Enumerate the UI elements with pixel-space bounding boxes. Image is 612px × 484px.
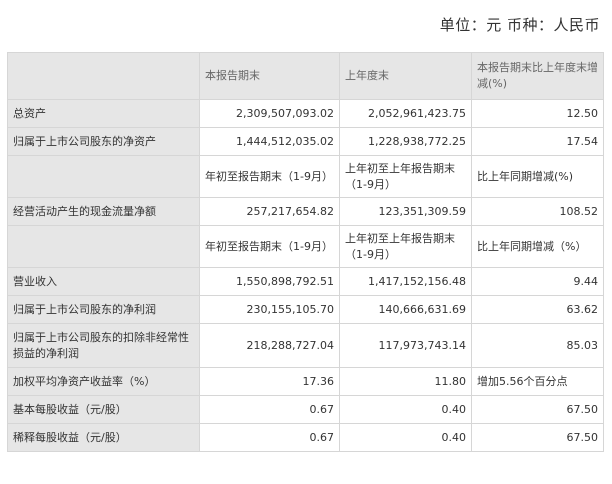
cell-value: 11.80 xyxy=(339,367,472,396)
cell-value: 17.36 xyxy=(199,367,340,396)
cell-value: 9.44 xyxy=(471,267,604,296)
row-label: 加权平均净资产收益率（%） xyxy=(7,367,200,396)
cell-value: 增加5.56个百分点 xyxy=(471,367,604,396)
header-cell-blank xyxy=(7,52,200,100)
financial-data-table: 本报告期末 上年度末 本报告期末比上年度末增减(%) 总资产 2,309,507… xyxy=(7,52,604,452)
cell-value: 1,417,152,156.48 xyxy=(339,267,472,296)
table-row: 总资产 2,309,507,093.02 2,052,961,423.75 12… xyxy=(7,99,604,128)
cell-value: 0.40 xyxy=(339,395,472,424)
unit-caption: 单位：元 币种：人民币 xyxy=(439,16,600,34)
cell-value: 0.67 xyxy=(199,423,340,452)
row-label: 基本每股收益（元/股） xyxy=(7,395,200,424)
cell-value: 257,217,654.82 xyxy=(199,197,340,226)
cell-value: 2,052,961,423.75 xyxy=(339,99,472,128)
row-label xyxy=(7,155,200,198)
table-row: 归属于上市公司股东的扣除非经常性损益的净利润 218,288,727.04 11… xyxy=(7,323,604,368)
table-row: 加权平均净资产收益率（%） 17.36 11.80 增加5.56个百分点 xyxy=(7,367,604,396)
table-row: 稀释每股收益（元/股） 0.67 0.40 67.50 xyxy=(7,423,604,452)
cell-value: 63.62 xyxy=(471,295,604,324)
cell-value: 17.54 xyxy=(471,127,604,156)
subheader-cell: 比上年同期增减(%) xyxy=(471,155,604,198)
subheader-cell: 比上年同期增减（%） xyxy=(471,225,604,268)
cell-value: 0.40 xyxy=(339,423,472,452)
cell-value: 1,228,938,772.25 xyxy=(339,127,472,156)
subheader-cell: 年初至报告期末（1-9月） xyxy=(199,225,340,268)
cell-value: 140,666,631.69 xyxy=(339,295,472,324)
table-header-row: 本报告期末 上年度末 本报告期末比上年度末增减(%) xyxy=(7,52,604,100)
header-cell-change-pct: 本报告期末比上年度末增减(%) xyxy=(471,52,604,100)
cell-value: 67.50 xyxy=(471,423,604,452)
cell-value: 123,351,309.59 xyxy=(339,197,472,226)
subheader-cell: 上年初至上年报告期末（1-9月） xyxy=(339,225,472,268)
cell-value: 108.52 xyxy=(471,197,604,226)
subheader-cell: 年初至报告期末（1-9月） xyxy=(199,155,340,198)
row-label: 归属于上市公司股东的扣除非经常性损益的净利润 xyxy=(7,323,200,368)
row-label: 营业收入 xyxy=(7,267,200,296)
row-label xyxy=(7,225,200,268)
row-label: 总资产 xyxy=(7,99,200,128)
header-cell-current-period-end: 本报告期末 xyxy=(199,52,340,100)
subheader-cell: 上年初至上年报告期末（1-9月） xyxy=(339,155,472,198)
row-label: 归属于上市公司股东的净利润 xyxy=(7,295,200,324)
cell-value: 230,155,105.70 xyxy=(199,295,340,324)
cell-value: 67.50 xyxy=(471,395,604,424)
table-row: 基本每股收益（元/股） 0.67 0.40 67.50 xyxy=(7,395,604,424)
cell-value: 12.50 xyxy=(471,99,604,128)
row-label: 归属于上市公司股东的净资产 xyxy=(7,127,200,156)
table-row: 归属于上市公司股东的净利润 230,155,105.70 140,666,631… xyxy=(7,295,604,324)
cell-value: 117,973,743.14 xyxy=(339,323,472,368)
cell-value: 1,444,512,035.02 xyxy=(199,127,340,156)
row-label: 稀释每股收益（元/股） xyxy=(7,423,200,452)
cell-value: 218,288,727.04 xyxy=(199,323,340,368)
row-label: 经营活动产生的现金流量净额 xyxy=(7,197,200,226)
cell-value: 1,550,898,792.51 xyxy=(199,267,340,296)
table-subheader-row: 年初至报告期末（1-9月） 上年初至上年报告期末（1-9月） 比上年同期增减（%… xyxy=(7,225,604,268)
cell-value: 85.03 xyxy=(471,323,604,368)
cell-value: 2,309,507,093.02 xyxy=(199,99,340,128)
table-row: 营业收入 1,550,898,792.51 1,417,152,156.48 9… xyxy=(7,267,604,296)
table-subheader-row: 年初至报告期末（1-9月） 上年初至上年报告期末（1-9月） 比上年同期增减(%… xyxy=(7,155,604,198)
header-cell-prior-year-end: 上年度末 xyxy=(339,52,472,100)
cell-value: 0.67 xyxy=(199,395,340,424)
table-row: 经营活动产生的现金流量净额 257,217,654.82 123,351,309… xyxy=(7,197,604,226)
table-row: 归属于上市公司股东的净资产 1,444,512,035.02 1,228,938… xyxy=(7,127,604,156)
